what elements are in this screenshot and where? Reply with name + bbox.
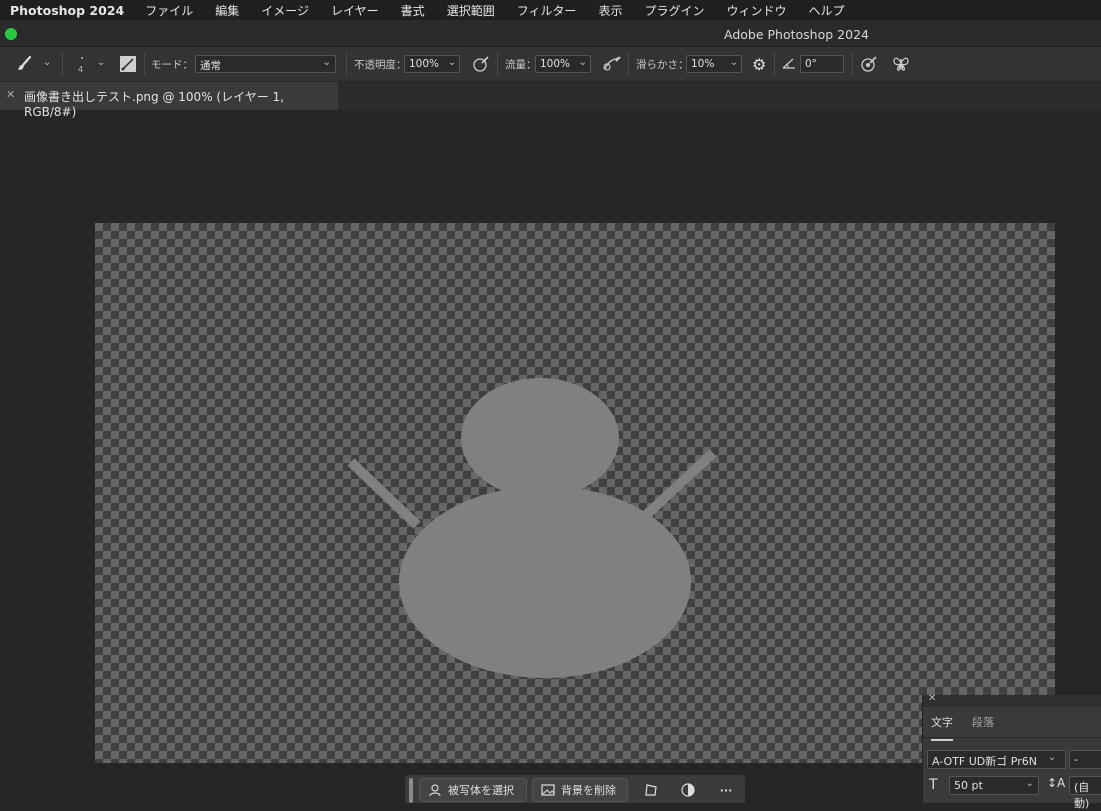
mode-select[interactable]: 通常 ⌄ bbox=[195, 55, 336, 73]
menu-type[interactable]: 書式 bbox=[390, 2, 436, 19]
angle-field[interactable]: 0° bbox=[800, 55, 844, 73]
remove-background-label: 背景を削除 bbox=[561, 784, 616, 797]
snowman-right-arm bbox=[639, 449, 717, 522]
tab-strip bbox=[338, 82, 1101, 110]
canvas-artwork bbox=[347, 378, 717, 678]
font-size-icon: T bbox=[929, 777, 938, 793]
flow-label: 流量： bbox=[505, 59, 537, 71]
font-family-value: A-OTF UD新ゴ Pr6N bbox=[932, 755, 1037, 768]
select-subject-label: 被写体を選択 bbox=[448, 784, 514, 797]
app-menu[interactable]: Photoshop 2024 bbox=[0, 3, 134, 18]
brush-tool-icon[interactable] bbox=[16, 55, 34, 76]
options-bar: ⌄ 4 ⌄ モード： 通常 ⌄ 不透明度： 100% ⌄ 流量： 100% ⌄ … bbox=[0, 47, 1101, 82]
transform-icon[interactable] bbox=[641, 780, 661, 800]
divider bbox=[144, 53, 145, 75]
menu-image[interactable]: イメージ bbox=[250, 2, 320, 19]
leading-field[interactable]: (自動) bbox=[1069, 776, 1101, 810]
image-icon bbox=[541, 784, 555, 796]
chevron-down-icon[interactable]: ⌄ bbox=[1048, 752, 1056, 763]
close-icon[interactable]: ✕ bbox=[6, 88, 15, 101]
divider bbox=[497, 53, 498, 75]
gear-icon[interactable]: ⚙ bbox=[752, 55, 766, 74]
chevron-down-icon: ⌄ bbox=[1025, 778, 1034, 789]
smoothing-label: 滑らかさ： bbox=[636, 59, 689, 71]
brush-size-value: 4 bbox=[78, 65, 84, 74]
opacity-field[interactable]: 100% ⌄ bbox=[404, 55, 460, 73]
brush-dot-icon bbox=[81, 57, 83, 59]
font-size-field[interactable]: 50 pt ⌄ bbox=[949, 776, 1039, 795]
font-style-select[interactable]: - bbox=[1069, 750, 1101, 769]
remove-background-button[interactable]: 背景を削除 bbox=[532, 778, 628, 802]
divider bbox=[852, 53, 853, 75]
tab-divider bbox=[923, 737, 1101, 738]
menu-layer[interactable]: レイヤー bbox=[320, 2, 390, 19]
tab-paragraph[interactable]: 段落 bbox=[972, 714, 994, 730]
menubar: Photoshop 2024 ファイル 編集 イメージ レイヤー 書式 選択範囲… bbox=[0, 0, 1101, 20]
contextual-task-bar: 被写体を選択 背景を削除 ··· bbox=[405, 775, 745, 803]
character-panel: ✕ 文字 段落 A-OTF UD新ゴ Pr6N ⌄ - T 50 pt ⌄ ↕A… bbox=[922, 693, 1101, 810]
document-canvas[interactable] bbox=[95, 223, 1055, 763]
menu-plugins[interactable]: プラグイン bbox=[633, 2, 715, 19]
flow-value: 100% bbox=[540, 58, 571, 70]
snowman-left-arm bbox=[347, 458, 421, 529]
mode-label: モード： bbox=[151, 59, 193, 71]
flow-field[interactable]: 100% ⌄ bbox=[535, 55, 591, 73]
document-tab[interactable]: ✕ 画像書き出しテスト.png @ 100% (レイヤー 1, RGB/8#) bbox=[0, 82, 338, 119]
drag-handle[interactable] bbox=[409, 778, 413, 803]
menu-view[interactable]: 表示 bbox=[587, 2, 633, 19]
brush-preset-chevron-icon[interactable]: ⌄ bbox=[97, 57, 105, 68]
chevron-down-icon: ⌄ bbox=[578, 57, 587, 68]
menu-file[interactable]: ファイル bbox=[134, 2, 204, 19]
menu-help[interactable]: ヘルプ bbox=[798, 2, 856, 19]
window-close-dot[interactable] bbox=[5, 28, 17, 40]
symmetry-butterfly-icon[interactable] bbox=[892, 55, 910, 76]
chevron-down-icon: ⌄ bbox=[447, 57, 456, 68]
title-bar: Adobe Photoshop 2024 bbox=[0, 20, 1101, 47]
smoothing-field[interactable]: 10% ⌄ bbox=[686, 55, 742, 73]
divider bbox=[628, 53, 629, 75]
divider bbox=[774, 53, 775, 75]
divider bbox=[346, 53, 347, 75]
window-title: Adobe Photoshop 2024 bbox=[724, 27, 869, 42]
leading-icon: ↕A bbox=[1047, 776, 1066, 790]
divider bbox=[62, 53, 63, 75]
angle-icon bbox=[782, 57, 796, 72]
leading-value: (自動) bbox=[1074, 781, 1090, 810]
snowman-body bbox=[399, 486, 691, 678]
person-select-icon bbox=[429, 784, 441, 797]
font-size-value: 50 pt bbox=[954, 779, 983, 792]
opacity-label: 不透明度： bbox=[354, 59, 407, 71]
panel-header: ✕ bbox=[923, 693, 1101, 707]
menu-window[interactable]: ウィンドウ bbox=[716, 2, 798, 19]
menu-edit[interactable]: 編集 bbox=[204, 2, 250, 19]
menu-filter[interactable]: フィルター bbox=[506, 2, 588, 19]
snowman-head bbox=[461, 378, 619, 498]
airbrush-icon[interactable] bbox=[602, 55, 622, 76]
mode-value: 通常 bbox=[200, 60, 221, 72]
chevron-down-icon: ⌄ bbox=[322, 57, 331, 68]
pressure-size-icon[interactable] bbox=[860, 55, 878, 76]
smoothing-value: 10% bbox=[691, 58, 715, 70]
tool-preset-chevron-icon[interactable]: ⌄ bbox=[43, 57, 51, 68]
font-family-select[interactable]: A-OTF UD新ゴ Pr6N bbox=[927, 750, 1066, 769]
panel-close-icon[interactable]: ✕ bbox=[928, 693, 936, 704]
brush-settings-panel-icon[interactable] bbox=[119, 55, 137, 76]
chevron-down-icon: ⌄ bbox=[729, 57, 738, 68]
select-subject-button[interactable]: 被写体を選択 bbox=[419, 778, 527, 802]
more-options-button[interactable]: ··· bbox=[716, 780, 736, 800]
opacity-value: 100% bbox=[409, 58, 440, 70]
document-tab-title: 画像書き出しテスト.png @ 100% (レイヤー 1, RGB/8#) bbox=[24, 90, 284, 119]
brush-preset-picker[interactable]: 4 bbox=[76, 51, 90, 79]
pressure-opacity-icon[interactable] bbox=[472, 55, 490, 76]
menu-select[interactable]: 選択範囲 bbox=[436, 2, 506, 19]
adjustment-icon[interactable] bbox=[678, 780, 698, 800]
